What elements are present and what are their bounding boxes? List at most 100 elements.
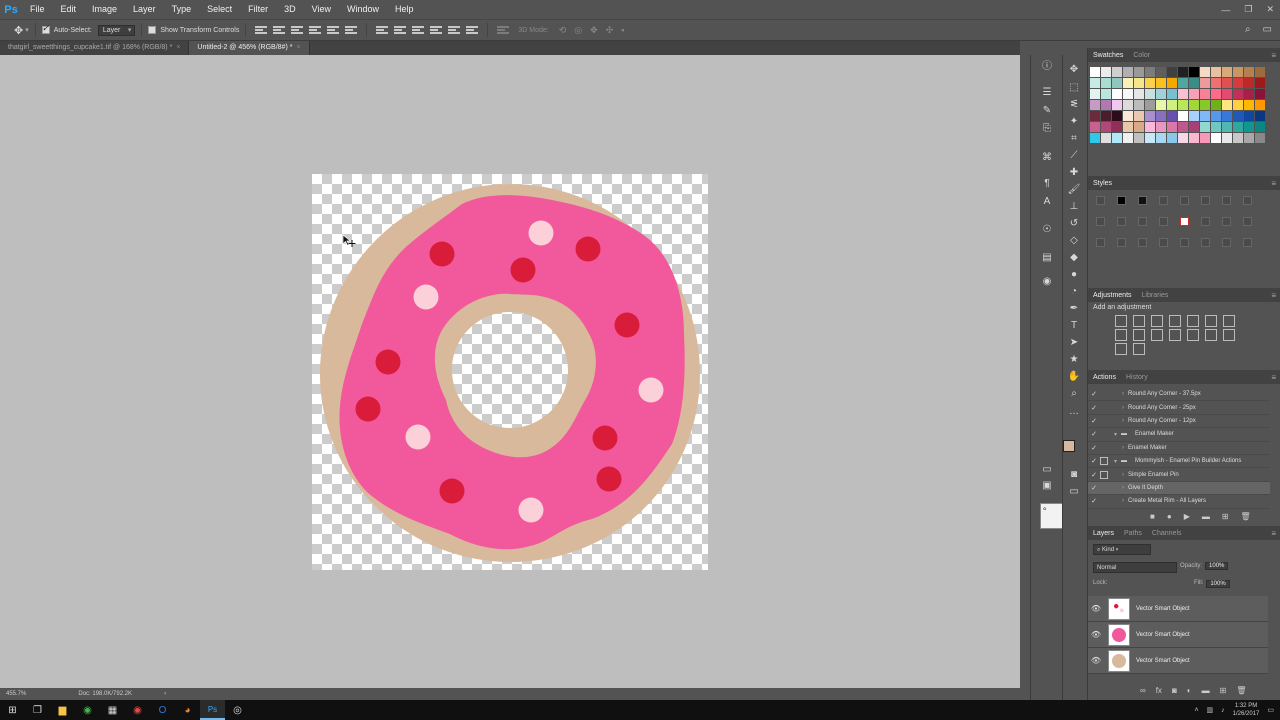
- color-swatch[interactable]: [1211, 67, 1221, 77]
- dialog-toggle-icon[interactable]: [1100, 417, 1112, 425]
- color-swatch[interactable]: [1134, 122, 1144, 132]
- posterize-icon[interactable]: [1205, 329, 1217, 341]
- expand-chevron-icon[interactable]: ›: [1122, 418, 1124, 424]
- color-swatch[interactable]: [1200, 133, 1210, 143]
- crop-tool-icon[interactable]: ⌗: [1067, 132, 1081, 145]
- color-swatch[interactable]: [1222, 67, 1232, 77]
- style-preset[interactable]: [1195, 232, 1216, 253]
- tab-adjustments[interactable]: Adjustments: [1088, 292, 1137, 299]
- color-swatch[interactable]: [1211, 111, 1221, 121]
- color-swatch[interactable]: [1189, 78, 1199, 88]
- action-toggle-icon[interactable]: ✓: [1088, 444, 1100, 452]
- color-swatch[interactable]: [1233, 100, 1243, 110]
- align-bottom-icon[interactable]: [291, 25, 304, 35]
- expand-chevron-icon[interactable]: ▾: [1114, 458, 1117, 465]
- panel-menu-icon[interactable]: ≡: [1271, 179, 1276, 188]
- style-preset[interactable]: [1090, 190, 1111, 211]
- doc-tab-untitled[interactable]: Untitled-2 @ 456% (RGB/8#) * ×: [189, 41, 310, 55]
- clock[interactable]: 1:32 PM 1/26/2017: [1233, 702, 1260, 718]
- color-swatch[interactable]: [1167, 89, 1177, 99]
- tab-paths[interactable]: Paths: [1119, 530, 1147, 537]
- color-swatch[interactable]: [1112, 100, 1122, 110]
- color-swatch[interactable]: [1090, 67, 1100, 77]
- color-swatch[interactable]: [1189, 100, 1199, 110]
- color-swatch[interactable]: [1167, 78, 1177, 88]
- color-swatch[interactable]: [1178, 122, 1188, 132]
- color-swatch[interactable]: [1244, 111, 1254, 121]
- minimize-button[interactable]: —: [1221, 5, 1230, 15]
- distribute-hcenter-icon[interactable]: [448, 25, 461, 35]
- color-swatch[interactable]: [1222, 89, 1232, 99]
- close-tab-icon[interactable]: ×: [296, 44, 300, 51]
- color-swatch[interactable]: [1200, 67, 1210, 77]
- layer-style-icon[interactable]: fx: [1156, 686, 1162, 695]
- action-toggle-icon[interactable]: ✓: [1088, 430, 1100, 438]
- menu-select[interactable]: Select: [199, 0, 240, 19]
- color-swatch[interactable]: [1090, 100, 1100, 110]
- quick-mask-icon[interactable]: ◙: [1067, 468, 1081, 481]
- color-swatch[interactable]: [1211, 122, 1221, 132]
- selective-color-icon[interactable]: [1115, 343, 1127, 355]
- layer-row[interactable]: 👁 Vector Smart Object: [1088, 596, 1268, 622]
- close-tab-icon[interactable]: ×: [176, 44, 180, 51]
- action-toggle-icon[interactable]: ✓: [1088, 484, 1100, 492]
- style-preset[interactable]: [1195, 190, 1216, 211]
- brush-tool-icon[interactable]: 🖌: [1067, 183, 1081, 196]
- color-swatch[interactable]: [1145, 78, 1155, 88]
- color-swatch[interactable]: [1145, 67, 1155, 77]
- link-layers-icon[interactable]: ∞: [1140, 686, 1146, 695]
- blend-mode-dropdown[interactable]: Normal: [1093, 562, 1177, 573]
- timeline-icon[interactable]: ▭: [1040, 463, 1054, 477]
- color-swatch[interactable]: [1233, 133, 1243, 143]
- visibility-eye-icon[interactable]: 👁: [1088, 656, 1104, 665]
- bw-icon[interactable]: [1115, 329, 1127, 341]
- file-explorer-icon[interactable]: ▆: [50, 700, 75, 720]
- tab-layers[interactable]: Layers: [1088, 530, 1119, 537]
- adjustment-layer-icon[interactable]: ◐: [1187, 686, 1192, 695]
- color-swatch[interactable]: [1145, 100, 1155, 110]
- color-swatch[interactable]: [1222, 111, 1232, 121]
- notifications-icon[interactable]: ▭: [1267, 706, 1274, 714]
- new-action-icon[interactable]: ⊞: [1222, 512, 1229, 521]
- color-swatch[interactable]: [1145, 122, 1155, 132]
- panel-menu-icon[interactable]: ≡: [1271, 373, 1276, 382]
- style-preset[interactable]: [1111, 232, 1132, 253]
- color-swatch[interactable]: [1112, 122, 1122, 132]
- canvas-area[interactable]: [0, 55, 1020, 688]
- color-swatch[interactable]: [1178, 133, 1188, 143]
- color-swatch[interactable]: [1255, 133, 1265, 143]
- color-swatch[interactable]: [1156, 100, 1166, 110]
- color-swatch[interactable]: [1211, 100, 1221, 110]
- gradient-map-icon[interactable]: [1133, 343, 1145, 355]
- expand-chevron-icon[interactable]: ›: [1122, 405, 1124, 411]
- color-swatch[interactable]: [1233, 89, 1243, 99]
- workspace-icon[interactable]: ▭: [1263, 24, 1272, 35]
- color-swatch[interactable]: [1233, 111, 1243, 121]
- info-icon[interactable]: ⓘ: [1040, 60, 1054, 74]
- custom-shape-tool-icon[interactable]: ★: [1067, 353, 1081, 366]
- action-item[interactable]: ✓ ▾ ▬ Mommyish - Enamel Pin Builder Actions: [1088, 455, 1270, 469]
- color-swatch[interactable]: [1112, 111, 1122, 121]
- color-swatch[interactable]: [1167, 111, 1177, 121]
- color-swatch[interactable]: [1211, 78, 1221, 88]
- fill-input[interactable]: 100%: [1206, 580, 1230, 588]
- action-item[interactable]: ✓ › Round Any Corner - 12px: [1088, 415, 1270, 429]
- layer-filter-dropdown[interactable]: ⌕ Kind ▾: [1093, 544, 1151, 555]
- pen-tool-icon[interactable]: ✒: [1067, 302, 1081, 315]
- color-swatch[interactable]: [1222, 78, 1232, 88]
- color-swatch[interactable]: [1200, 78, 1210, 88]
- tool-preset-chevron-icon[interactable]: ▾: [25, 26, 29, 34]
- style-preset[interactable]: [1132, 232, 1153, 253]
- color-swatch[interactable]: [1167, 133, 1177, 143]
- color-swatch[interactable]: [1255, 122, 1265, 132]
- 3d-scale-icon[interactable]: ▪: [621, 25, 624, 35]
- color-swatch[interactable]: [1200, 89, 1210, 99]
- tab-history[interactable]: History: [1121, 374, 1153, 381]
- style-preset[interactable]: [1090, 211, 1111, 232]
- color-swatch[interactable]: [1156, 67, 1166, 77]
- tab-actions[interactable]: Actions: [1088, 374, 1121, 381]
- color-swatch[interactable]: [1112, 133, 1122, 143]
- color-swatch[interactable]: [1090, 122, 1100, 132]
- color-swatch[interactable]: [1134, 133, 1144, 143]
- dialog-toggle-icon[interactable]: [1100, 470, 1108, 479]
